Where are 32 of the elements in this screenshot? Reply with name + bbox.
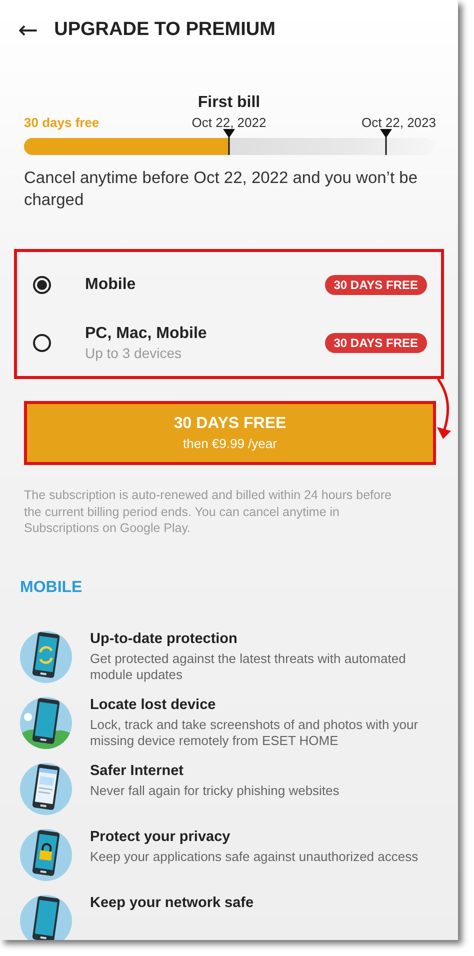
feature-description: Never fall again for tricky phishing websites <box>90 782 340 798</box>
radio-button[interactable] <box>33 334 51 352</box>
marker-icon <box>380 129 392 155</box>
phone-flower-icon <box>20 696 72 748</box>
page-title: UPGRADE TO PREMIUM <box>54 19 276 41</box>
subscription-terms: The subscription is auto-renewed and billed within 24 hours before the current billing period ends. You can cancel anytime in Subscriptions on Google Play. <box>24 487 393 536</box>
plan-detail: Up to 3 devices <box>85 345 182 361</box>
feature-title: Locate lost device <box>90 696 217 712</box>
back-button[interactable]: ← <box>18 16 38 44</box>
section-heading: MOBILE <box>20 578 84 596</box>
phone-webpage-icon <box>20 762 72 814</box>
free-period-label: 30 days free <box>24 115 100 130</box>
feature-title: Safer Internet <box>90 762 184 778</box>
free-badge: 30 DAYS FREE <box>324 333 427 353</box>
feature-description: Keep your applications safe against unauthorized access <box>90 848 418 864</box>
plan-name: Mobile <box>85 276 137 294</box>
feature-description: Get protected against the latest threats with automated module updates <box>90 650 407 682</box>
free-badge: 30 DAYS FREE <box>324 275 427 295</box>
feature-title: Protect your privacy <box>90 828 232 844</box>
radio-button[interactable] <box>33 276 51 294</box>
phone-icon <box>20 894 72 940</box>
renewal-date: Oct 22, 2023 <box>362 115 436 130</box>
phone-lock-icon <box>20 828 72 880</box>
first-bill-label: First bill <box>198 94 260 112</box>
phone-sync-icon <box>20 630 72 682</box>
plan-name: PC, Mac, Mobile <box>85 325 208 343</box>
feature-title: Up-to-date protection <box>90 630 238 646</box>
feature-description: Lock, track and take screenshots of and photos with your missing device remotely from ESET HOME <box>90 716 420 748</box>
feature-title: Keep your network safe <box>90 894 254 910</box>
cancel-note: Cancel anytime before Oct 22, 2022 and you won’t be charged <box>24 168 418 211</box>
first-bill-date: Oct 22, 2022 <box>192 115 266 130</box>
marker-icon <box>223 129 235 155</box>
